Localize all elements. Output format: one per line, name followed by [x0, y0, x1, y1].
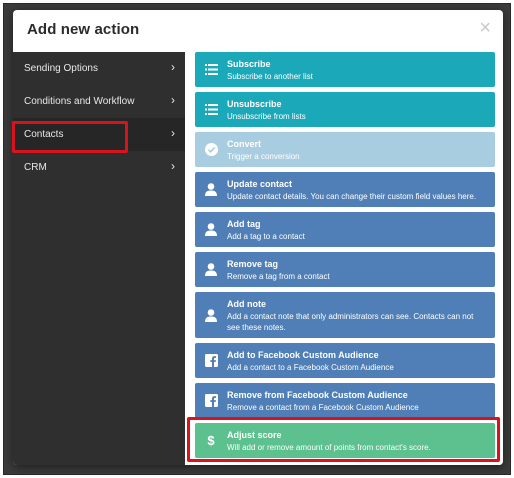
close-button[interactable]: × — [479, 18, 491, 38]
action-add-tag[interactable]: Add tag Add a tag to a contact — [195, 212, 495, 247]
action-adjust-score[interactable]: $ Adjust score Will add or remove amount… — [195, 423, 495, 458]
action-title: Convert — [227, 139, 262, 149]
list-icon — [204, 92, 218, 127]
action-add-to-facebook-audience[interactable]: Add to Facebook Custom Audience Add a co… — [195, 343, 495, 378]
dollar-icon: $ — [207, 433, 215, 448]
modal-header: Add new action × — [13, 10, 503, 51]
action-list: Subscribe Subscribe to another list Unsu… — [185, 52, 503, 465]
action-description: Trigger a conversion — [227, 152, 300, 161]
action-convert[interactable]: Convert Trigger a conversion — [195, 132, 495, 167]
action-remove-from-facebook-audience[interactable]: Remove from Facebook Custom Audience Rem… — [195, 383, 495, 418]
facebook-icon — [204, 383, 218, 418]
action-description: Remove a contact from a Facebook Custom … — [227, 403, 419, 412]
action-description: Subscribe to another list — [227, 72, 313, 81]
sidebar-item-contacts[interactable]: Contacts › — [13, 118, 185, 151]
action-description: Remove a tag from a contact — [227, 272, 330, 281]
sidebar-item-sending-options[interactable]: Sending Options › — [13, 52, 185, 85]
action-title: Add tag — [227, 219, 261, 229]
chevron-right-icon: › — [171, 93, 175, 107]
user-icon — [204, 172, 218, 207]
action-title: Subscribe — [227, 59, 271, 69]
sidebar-item-label: Contacts — [24, 129, 64, 140]
action-add-note[interactable]: Add note Add a contact note that only ad… — [195, 292, 495, 338]
user-icon — [204, 212, 218, 247]
sidebar-item-label: CRM — [24, 162, 47, 173]
action-subscribe[interactable]: Subscribe Subscribe to another list — [195, 52, 495, 87]
action-title: Remove from Facebook Custom Audience — [227, 390, 408, 400]
action-description: Add a tag to a contact — [227, 232, 305, 241]
action-description: Will add or remove amount of points from… — [227, 443, 431, 452]
user-icon — [204, 252, 218, 287]
chevron-right-icon: › — [171, 159, 175, 173]
action-description: Add a contact to a Facebook Custom Audie… — [227, 363, 394, 372]
facebook-icon — [204, 343, 218, 378]
action-title: Add to Facebook Custom Audience — [227, 350, 379, 360]
action-title: Adjust score — [227, 430, 282, 440]
chevron-right-icon: › — [171, 126, 175, 140]
add-action-modal: Add new action × Sending Options › Condi… — [13, 10, 503, 465]
action-title: Unsubscribe — [227, 99, 282, 109]
sidebar-item-crm[interactable]: CRM › — [13, 151, 185, 184]
check-circle-icon — [204, 132, 218, 167]
action-description: Update contact details. You can change t… — [227, 192, 477, 201]
sidebar-item-conditions-and-workflow[interactable]: Conditions and Workflow › — [13, 85, 185, 118]
action-update-contact[interactable]: Update contact Update contact details. Y… — [195, 172, 495, 207]
action-title: Add note — [227, 299, 266, 309]
action-title: Remove tag — [227, 259, 279, 269]
action-unsubscribe[interactable]: Unsubscribe Unsubscribe from lists — [195, 92, 495, 127]
list-icon — [204, 52, 218, 87]
modal-title: Add new action — [27, 21, 140, 38]
action-remove-tag[interactable]: Remove tag Remove a tag from a contact — [195, 252, 495, 287]
action-description: Add a contact note that only administrat… — [227, 312, 474, 332]
action-description: Unsubscribe from lists — [227, 112, 306, 121]
sidebar-item-label: Conditions and Workflow — [24, 96, 135, 107]
action-title: Update contact — [227, 179, 293, 189]
chevron-right-icon: › — [171, 60, 175, 74]
user-icon — [204, 292, 218, 338]
sidebar-item-label: Sending Options — [24, 63, 98, 74]
sidebar: Sending Options › Conditions and Workflo… — [13, 52, 185, 465]
